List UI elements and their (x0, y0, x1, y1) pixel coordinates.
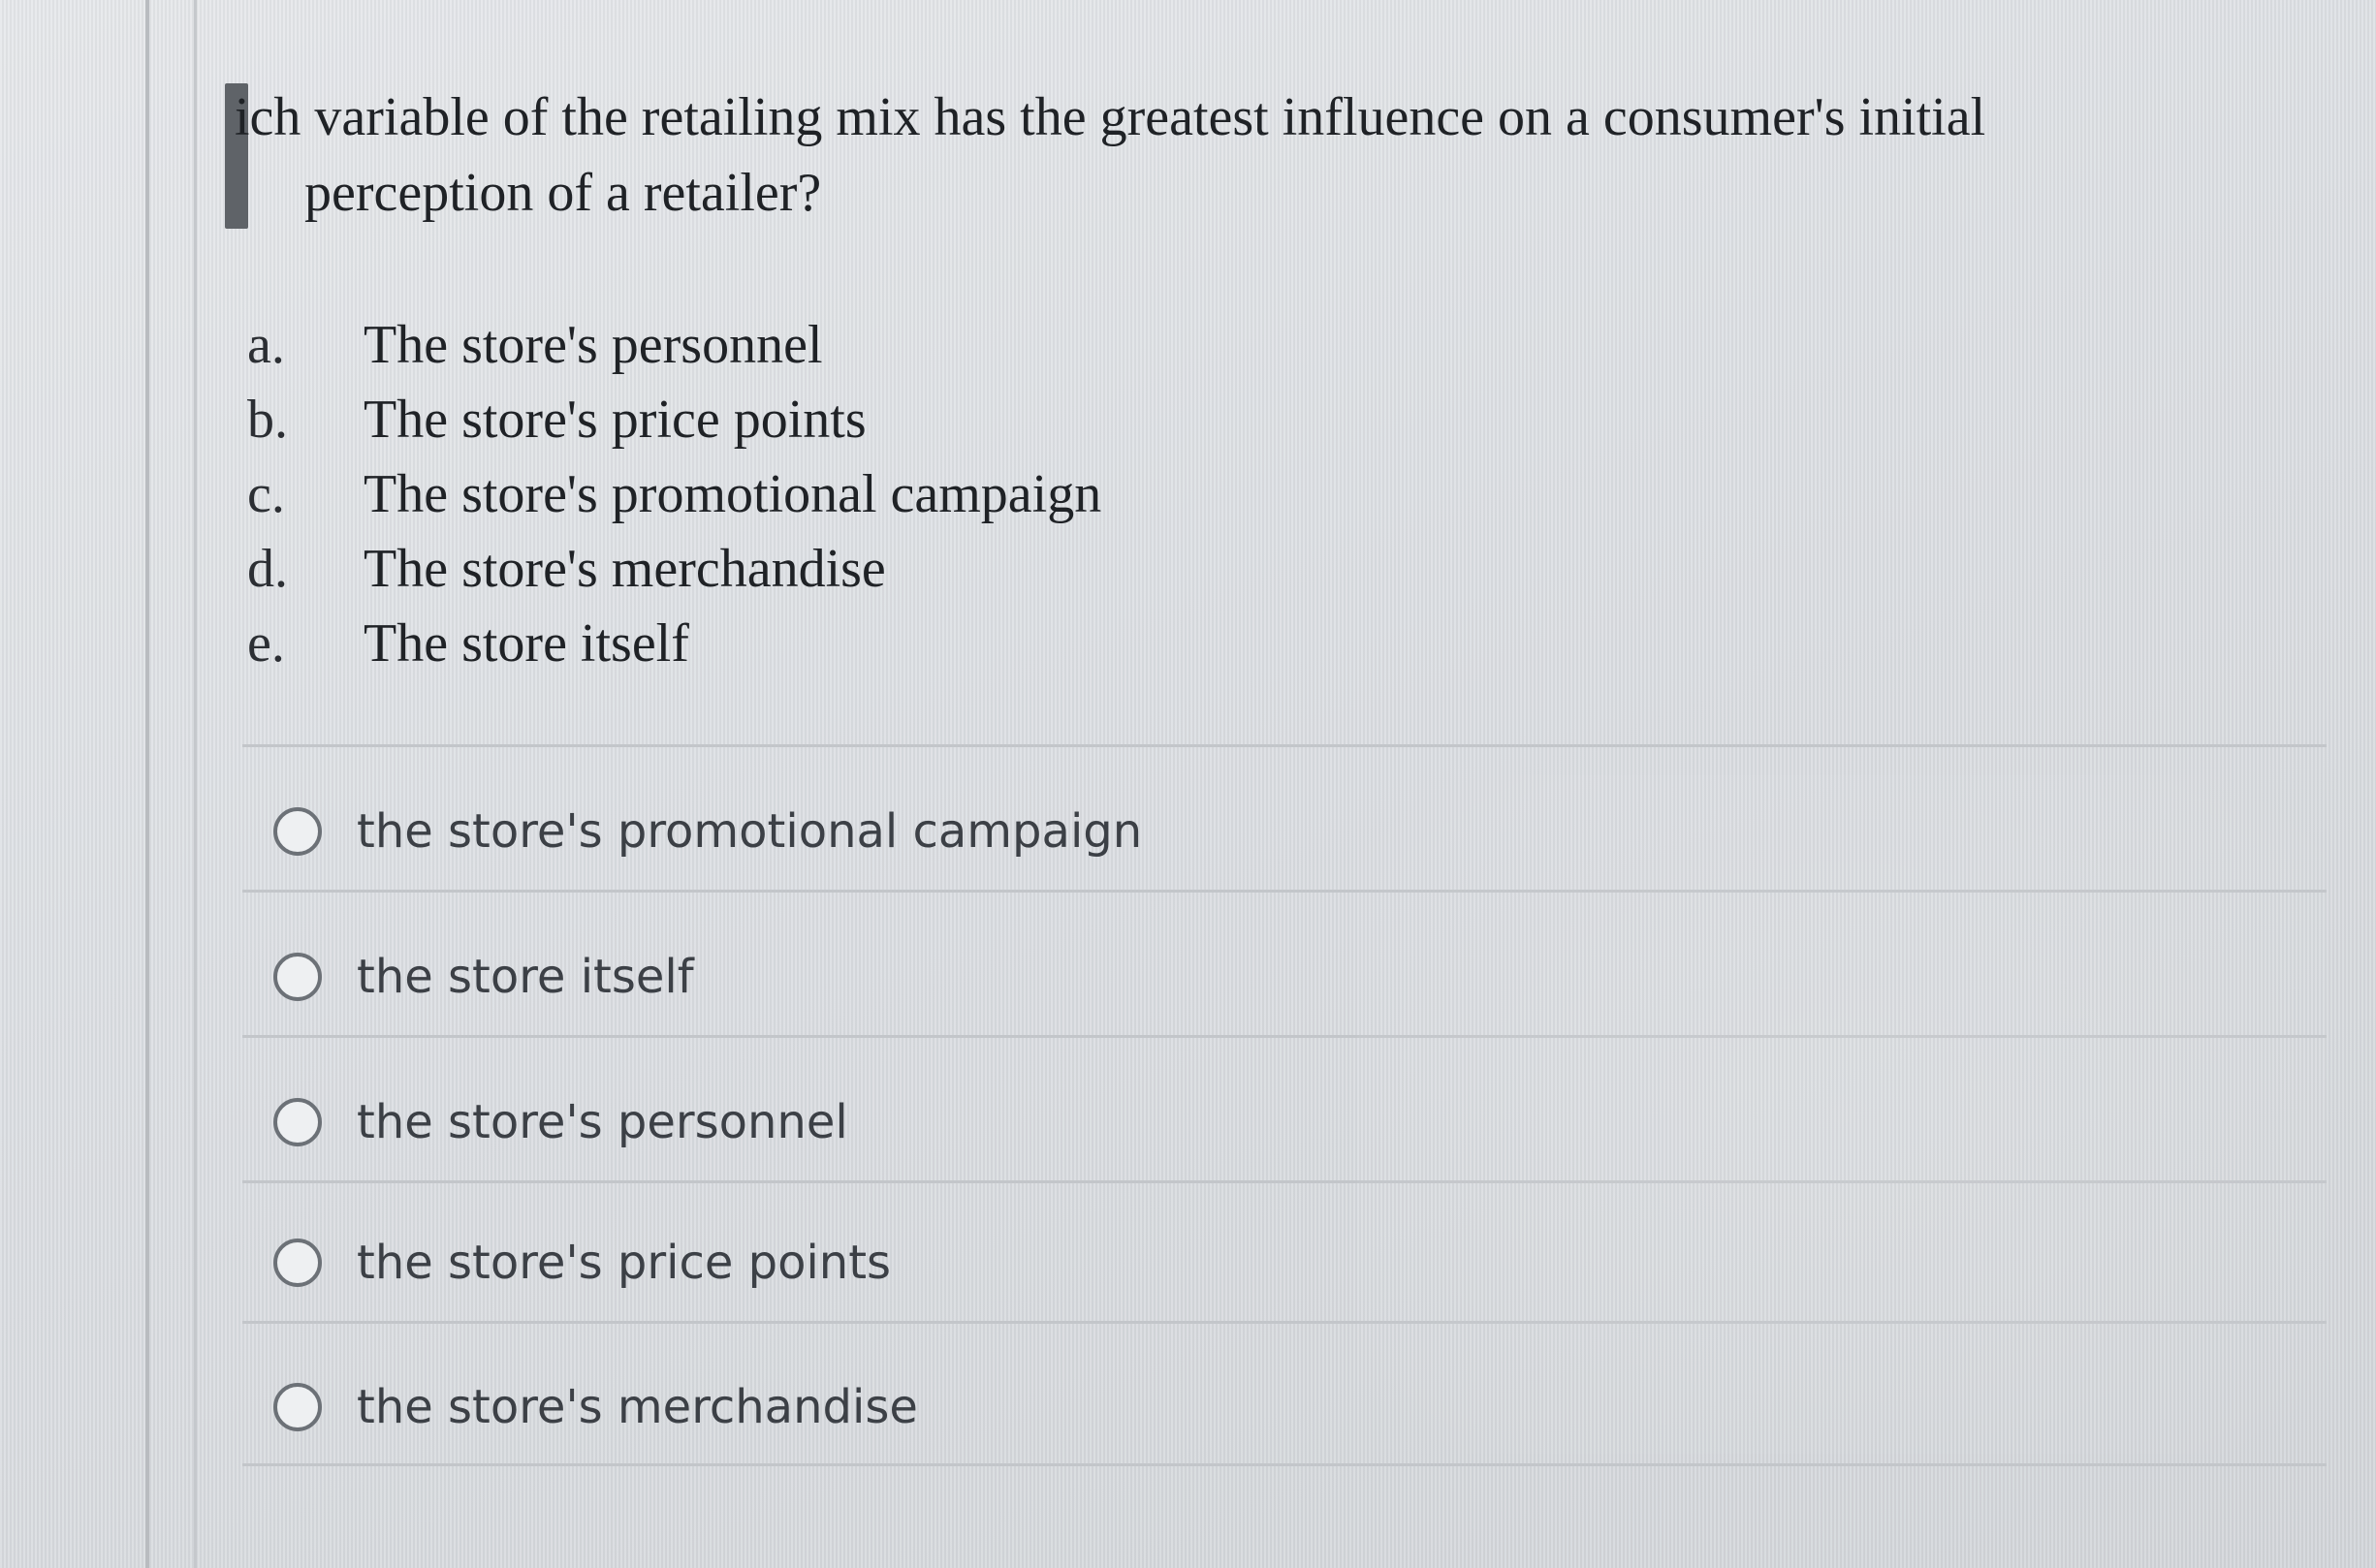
radio-button[interactable] (273, 1098, 322, 1146)
divider (242, 890, 2327, 893)
divider (242, 1035, 2327, 1038)
radio-button[interactable] (273, 953, 322, 1001)
option-letter: c. (247, 464, 285, 524)
screen-glare (1357, 775, 2327, 1454)
divider (242, 744, 2327, 747)
radio-button[interactable] (273, 1383, 322, 1431)
radio-button[interactable] (273, 807, 322, 856)
option-letter: a. (247, 315, 285, 375)
answer-label: the store's personnel (357, 1095, 848, 1149)
answer-choice-personnel[interactable]: the store's personnel (273, 1083, 848, 1161)
divider (242, 1463, 2327, 1466)
divider (242, 1321, 2327, 1324)
answer-choice-merchandise[interactable]: the store's merchandise (273, 1368, 918, 1446)
option-text: The store's personnel (364, 315, 823, 375)
panel-border-inner (194, 0, 197, 1568)
quiz-screen: ich variable of the retailing mix has th… (0, 0, 2376, 1568)
option-letter: e. (247, 613, 285, 674)
option-letter: b. (247, 390, 288, 450)
option-text: The store's promotional campaign (364, 464, 1102, 524)
option-text: The store's merchandise (364, 539, 886, 599)
answer-choice-price-points[interactable]: the store's price points (273, 1224, 891, 1301)
option-text: The store's price points (364, 390, 867, 450)
radio-button[interactable] (273, 1239, 322, 1287)
answer-label: the store's merchandise (357, 1380, 918, 1434)
option-letter: d. (247, 539, 288, 599)
panel-border (145, 0, 149, 1568)
answer-label: the store's price points (357, 1236, 892, 1290)
answer-choice-promotional-campaign[interactable]: the store's promotional campaign (273, 793, 1142, 870)
answer-label: the store itself (357, 950, 694, 1004)
answer-choice-store-itself[interactable]: the store itself (273, 938, 694, 1016)
option-text: The store itself (364, 613, 689, 674)
question-text: ich variable of the retailing mix has th… (235, 79, 2222, 231)
question-line-2: perception of a retailer? (304, 163, 822, 223)
answer-label: the store's promotional campaign (357, 804, 1143, 859)
divider (242, 1180, 2327, 1183)
question-line-1: ich variable of the retailing mix has th… (235, 87, 1986, 147)
